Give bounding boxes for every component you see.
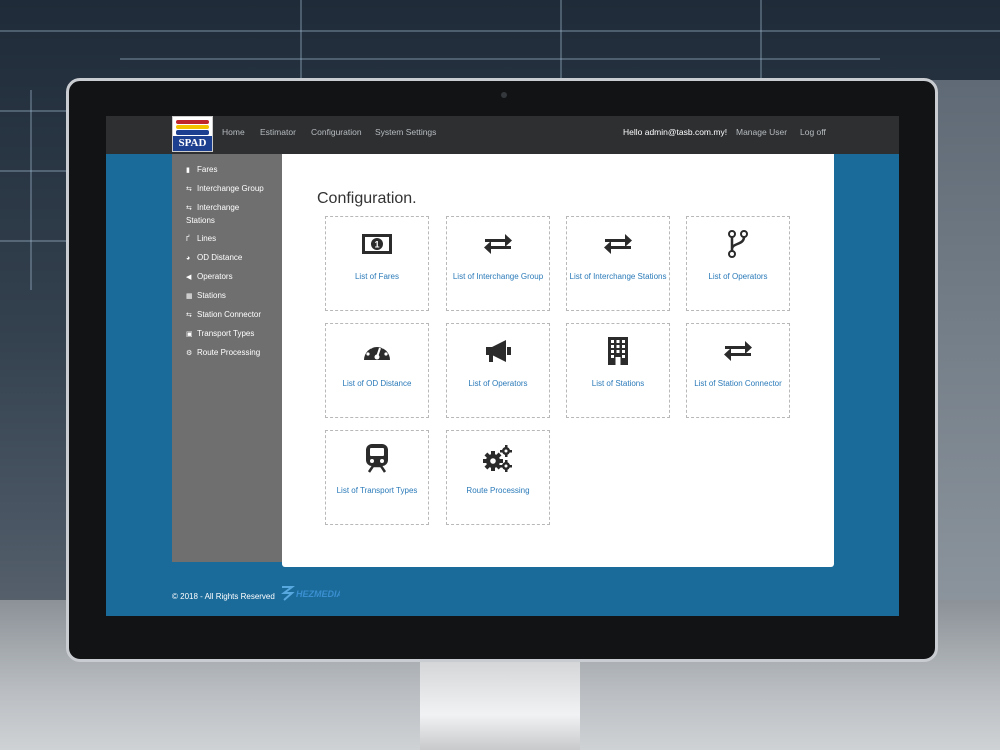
card-list-of-operators[interactable]: List of Operators <box>686 216 790 311</box>
card-list-of-interchange-group[interactable]: List of Interchange Group <box>446 216 550 311</box>
nav-manage-user[interactable]: Manage User <box>736 116 787 154</box>
sidebar-item-fares[interactable]: ▮ Fares <box>186 164 278 177</box>
sidebar-item-label: Transport Types <box>197 329 255 338</box>
page-title: Configuration. <box>317 190 417 207</box>
monitor-stand <box>420 662 580 750</box>
footer-copyright: © 2018 - All Rights Reserved <box>172 592 275 601</box>
brand-text: HEZMEDIA <box>296 589 340 599</box>
nav-configuration[interactable]: Configuration <box>311 116 362 154</box>
card-list-of-fares[interactable]: 1 List of Fares <box>325 216 429 311</box>
user-greeting[interactable]: Hello admin@tasb.com.my! <box>623 116 727 154</box>
sidebar-item-operators[interactable]: ◀ Operators <box>186 271 278 284</box>
sidebar-item-label: Interchange Group <box>197 184 264 193</box>
card-label: List of OD Distance <box>342 379 412 388</box>
dashboard-icon: ◕ <box>186 255 191 262</box>
spad-logo[interactable]: SPAD <box>172 116 213 152</box>
money-icon: 1 <box>326 231 428 257</box>
train-icon <box>326 444 428 473</box>
sidebar-item-label: Route Processing <box>197 348 261 357</box>
sidebar-item-lines[interactable]: Ґ Lines <box>186 233 278 246</box>
hezmedia-logo: HEZMEDIA <box>280 584 343 602</box>
card-label: List of Station Connector <box>694 379 782 388</box>
fork-icon <box>687 230 789 258</box>
nav-estimator[interactable]: Estimator <box>260 116 296 154</box>
sidebar-item-station-connector[interactable]: ⇆ Station Connector <box>186 309 278 322</box>
sidebar-item-label: Fares <box>197 165 218 174</box>
exchange-icon: ⇆ <box>186 186 192 193</box>
megaphone-icon <box>447 338 549 364</box>
card-label: List of Fares <box>354 272 399 281</box>
nav-logout[interactable]: Log off <box>800 116 826 154</box>
top-navbar: SPAD Home Estimator Configuration System… <box>106 116 899 154</box>
train-icon: ▣ <box>186 331 193 338</box>
card-list-of-operators-2[interactable]: List of Operators <box>446 323 550 418</box>
sidebar-item-label: Stations <box>197 291 226 300</box>
exchange-icon: ⇆ <box>186 312 192 319</box>
sidebar-item-label: Station Connector <box>197 310 262 319</box>
sidebar-item-label: Lines <box>197 234 217 243</box>
sidebar-item-label: OD Distance <box>197 253 243 262</box>
nav-home[interactable]: Home <box>222 116 245 154</box>
exchange-icon <box>687 338 789 364</box>
dashboard-icon <box>326 338 428 364</box>
sidebar-item-od-distance[interactable]: ◕ OD Distance <box>186 252 278 265</box>
exchange-icon <box>447 231 549 257</box>
sidebar-item-stations[interactable]: ▦ Stations <box>186 290 278 303</box>
card-list-of-od-distance[interactable]: List of OD Distance <box>325 323 429 418</box>
main-content: Configuration. 1 List of Fares List of I… <box>282 154 834 567</box>
card-list-of-transport-types[interactable]: List of Transport Types <box>325 430 429 525</box>
card-list-of-station-connector[interactable]: List of Station Connector <box>686 323 790 418</box>
card-label: Route Processing <box>466 486 530 495</box>
card-label: List of Transport Types <box>336 486 418 495</box>
exchange-icon: ⇆ <box>186 205 192 212</box>
gears-icon <box>447 445 549 472</box>
building-icon <box>567 337 669 365</box>
card-route-processing[interactable]: Route Processing <box>446 430 550 525</box>
sidebar-item-interchange-stations[interactable]: ⇆ Interchange Stations <box>186 202 256 227</box>
building-icon: ▦ <box>186 293 193 300</box>
gears-icon: ⚙ <box>186 350 193 357</box>
money-icon: ▮ <box>186 167 190 174</box>
card-label: List of Operators <box>708 272 768 281</box>
app-screen: SPAD Home Estimator Configuration System… <box>106 116 899 616</box>
sidebar-item-transport-types[interactable]: ▣ Transport Types <box>186 328 278 341</box>
fork-icon: Ґ <box>186 236 190 243</box>
svg-text:1: 1 <box>374 240 379 250</box>
sidebar-item-label: Operators <box>197 272 233 281</box>
card-list-of-stations[interactable]: List of Stations <box>566 323 670 418</box>
card-label: List of Operators <box>468 379 528 388</box>
card-label: List of Stations <box>591 379 645 388</box>
exchange-icon <box>567 231 669 257</box>
card-label: List of Interchange Group <box>452 272 544 281</box>
card-list-of-interchange-stations[interactable]: List of Interchange Stations <box>566 216 670 311</box>
nav-system-settings[interactable]: System Settings <box>375 116 436 154</box>
sidebar-item-route-processing[interactable]: ⚙ Route Processing <box>186 347 278 360</box>
logo-text: SPAD <box>173 136 212 151</box>
sidebar: ▮ Fares ⇆ Interchange Group ⇆ Interchange S… <box>172 154 282 562</box>
megaphone-icon: ◀ <box>186 274 192 281</box>
sidebar-item-interchange-group[interactable]: ⇆ Interchange Group <box>186 183 278 196</box>
webcam-icon <box>501 92 507 98</box>
card-label: List of Interchange Stations <box>569 272 667 281</box>
